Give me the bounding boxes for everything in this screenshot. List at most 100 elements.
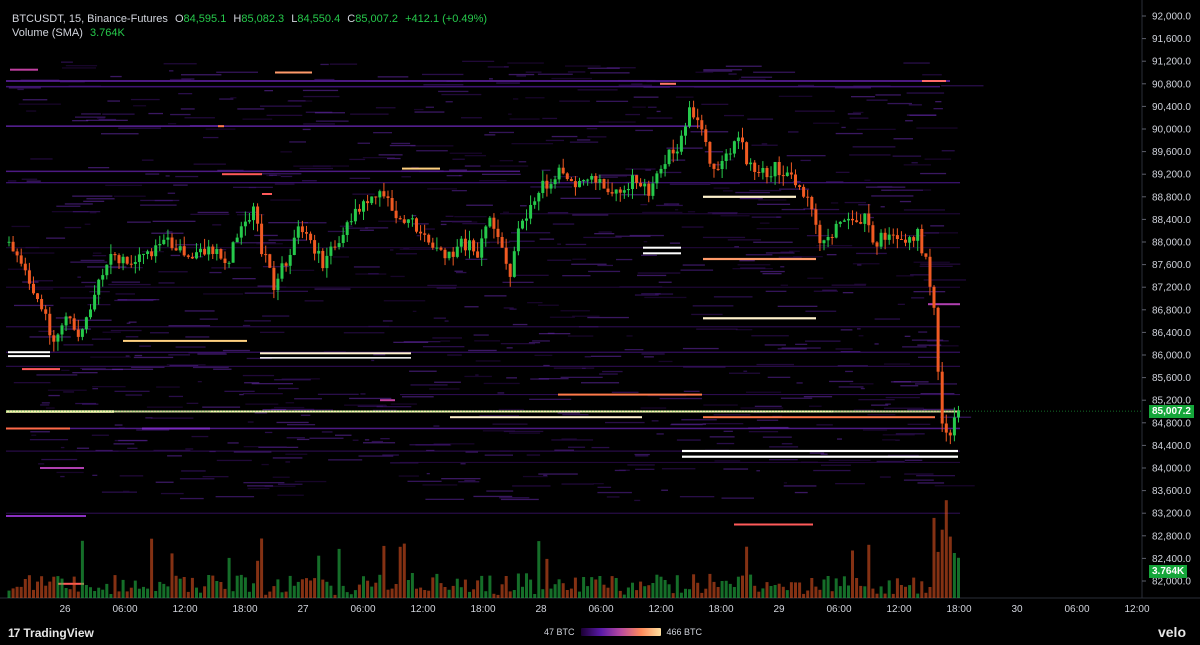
liquidity-speck (879, 476, 891, 478)
volume-bar (684, 588, 687, 598)
liquidity-speck (261, 463, 269, 466)
volume-bar (211, 575, 215, 598)
volume-indicator-label[interactable]: Volume (SMA) (12, 27, 83, 39)
liquidity-speck (590, 355, 622, 357)
candle-body (174, 248, 178, 251)
liquidity-wall (922, 80, 946, 82)
liquidity-speck (583, 236, 622, 239)
liquidity-speck (598, 121, 636, 123)
liquidity-speck (75, 116, 106, 118)
volume-bar (492, 593, 496, 598)
candle-body (76, 329, 80, 337)
liquidity-speck (302, 128, 311, 131)
liquidity-speck (553, 176, 578, 178)
liquidity-speck (29, 439, 69, 441)
liquidity-speck (599, 373, 618, 375)
candle-body (663, 164, 667, 169)
liquidity-speck (414, 111, 445, 113)
volume-bar (227, 557, 231, 598)
liquidity-speck (389, 144, 416, 147)
liquidity-speck (635, 129, 653, 132)
liquidity-speck (738, 78, 766, 80)
volume-bar (219, 582, 223, 598)
liquidity-speck (479, 415, 519, 417)
liquidity-speck (821, 464, 851, 466)
liquidity-speck (560, 310, 590, 312)
liquidity-speck (349, 158, 366, 161)
liquidity-speck (509, 308, 517, 310)
liquidity-speck (169, 70, 174, 72)
liquidity-speck (160, 492, 184, 495)
liquidity-speck (38, 463, 45, 465)
volume-bar (606, 587, 610, 598)
liquidity-wall (260, 352, 411, 355)
volume-bar (443, 587, 447, 598)
liquidity-speck (681, 226, 704, 228)
liquidity-speck (813, 122, 840, 124)
liquidity-speck (92, 474, 98, 476)
liquidity-wall (275, 71, 312, 74)
liquidity-speck (887, 102, 912, 105)
liquidity-speck (496, 82, 520, 84)
liquidity-speck (537, 73, 573, 75)
liquidity-speck (835, 483, 865, 485)
liquidity-speck (365, 227, 389, 229)
liquidity-speck (108, 283, 151, 286)
liquidity-speck (915, 383, 957, 385)
liquidity-speck (185, 336, 210, 338)
liquidity-speck (456, 271, 467, 274)
liquidity-speck (158, 282, 175, 284)
liquidity-speck (761, 143, 768, 145)
liquidity-speck (723, 190, 733, 192)
volume-bar (887, 580, 891, 598)
candle-body (785, 172, 789, 176)
liquidity-wall (10, 68, 38, 71)
liquidity-speck (646, 117, 673, 119)
liquidity-speck (503, 211, 509, 213)
liquidity-speck (528, 342, 541, 344)
liquidity-speck (427, 188, 457, 190)
liquidity-speck (643, 241, 648, 243)
volume-bar (256, 560, 260, 598)
symbol-line[interactable]: BTCUSDT, 15, Binance-Futures (12, 13, 168, 25)
liquidity-speck (661, 468, 696, 470)
liquidity-speck (156, 386, 180, 388)
liquidity-speck (344, 404, 387, 406)
liquidity-speck (209, 271, 222, 274)
liquidity-speck (30, 431, 50, 433)
liquidity-speck (506, 347, 513, 349)
liquidity-speck (426, 473, 430, 475)
time-tick-label: 18:00 (946, 604, 971, 615)
liquidity-speck (35, 288, 54, 290)
liquidity-speck (780, 397, 813, 399)
candle-body (32, 283, 35, 294)
volume-bar (382, 545, 386, 598)
chart-canvas[interactable]: 92,000.0 91,600.0 91,200.0 90,800.0 90,400.0… (0, 0, 1200, 645)
volume-bar (56, 576, 60, 598)
volume-bar (557, 579, 561, 598)
liquidity-speck (376, 406, 412, 408)
volume-bar (215, 581, 219, 598)
liquidity-speck (390, 249, 394, 251)
candle-body (186, 255, 190, 257)
volume-bar (957, 557, 960, 598)
candle-body (525, 218, 528, 221)
candle-body (875, 242, 879, 247)
liquidity-speck (173, 184, 188, 186)
liquidity-speck (905, 120, 913, 122)
volume-bar (675, 575, 679, 598)
liquidity-speck (391, 142, 411, 145)
volume-bar (288, 575, 292, 598)
liquidity-speck (658, 360, 673, 363)
liquidity-speck (691, 313, 723, 316)
liquidity-speck (735, 329, 753, 331)
liquidity-speck (904, 459, 923, 461)
candle-body (847, 218, 850, 221)
liquidity-speck (146, 406, 183, 408)
tradingview-logo[interactable]: 17 TradingView (8, 626, 94, 640)
liquidity-speck (631, 83, 643, 85)
liquidity-speck (155, 481, 174, 483)
liquidity-speck (644, 356, 654, 358)
candle-body (121, 256, 125, 264)
liquidity-speck (92, 255, 107, 257)
